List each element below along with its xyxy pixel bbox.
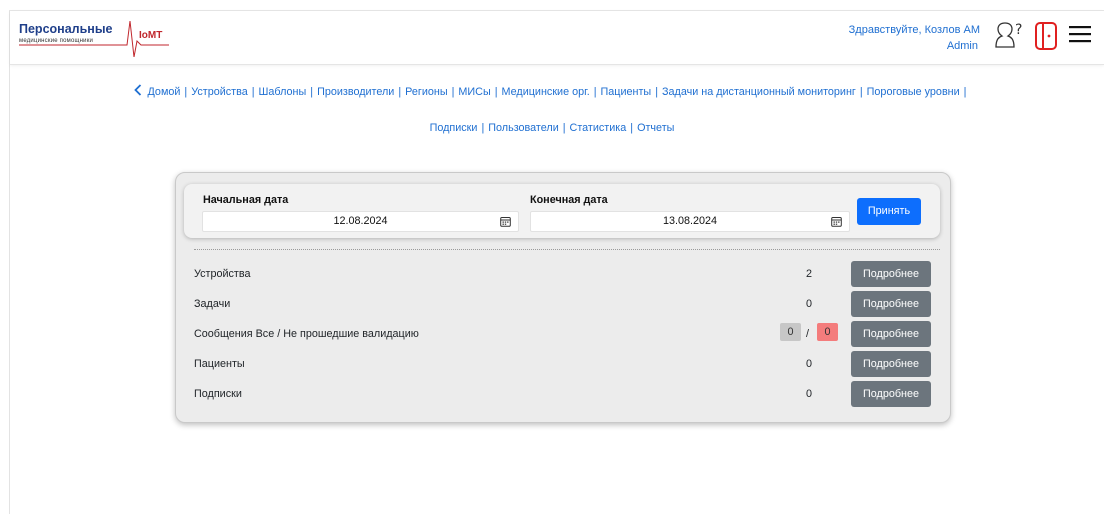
details-button[interactable]: Подробнее [851, 291, 931, 317]
date-filter-panel: Начальная дата 12.08.2024 Конечная дата … [184, 184, 940, 238]
main-nav-row-1: Домой | Устройства | Шаблоны | Производители | Р… [0, 84, 1104, 99]
end-date-input[interactable]: 13.08.2024 [530, 211, 850, 232]
statistics-card: Начальная дата 12.08.2024 Конечная дата … [175, 172, 951, 423]
divider [194, 249, 940, 250]
back-chevron-icon[interactable] [133, 84, 142, 99]
stat-count: 0 [805, 358, 812, 370]
exit-icon[interactable] [1034, 21, 1060, 55]
nav-regions[interactable]: Регионы [405, 86, 447, 98]
greeting-text: Здравствуйте, Козлов АМ [848, 24, 980, 36]
nav-medical-orgs[interactable]: Медицинские орг. [502, 86, 590, 98]
stat-row-patients: Пациенты 0 Подробнее [176, 349, 950, 377]
nav-patients[interactable]: Пациенты [601, 86, 652, 98]
details-button[interactable]: Подробнее [851, 321, 931, 347]
messages-separator: / [806, 328, 809, 340]
nav-statistics[interactable]: Статистика [570, 122, 627, 134]
nav-home[interactable]: Домой [148, 86, 181, 98]
nav-templates[interactable]: Шаблоны [259, 86, 307, 98]
main-nav-row-2: Подписки | Пользователи | Статистика | Отчеты [429, 122, 675, 134]
logo-subtitle: медицинские помощники [19, 38, 94, 44]
start-date-value: 12.08.2024 [333, 215, 388, 227]
calendar-icon[interactable] [831, 216, 842, 230]
start-date-input[interactable]: 12.08.2024 [202, 211, 519, 232]
details-button[interactable]: Подробнее [851, 381, 931, 407]
logo-brand: IoMT [139, 30, 163, 41]
svg-text:?: ? [1015, 22, 1022, 38]
stat-label: Подписки [194, 388, 242, 400]
nav-thresholds[interactable]: Пороговые уровни [867, 86, 960, 98]
hamburger-menu-icon[interactable] [1069, 25, 1091, 47]
help-icon[interactable]: ? [992, 21, 1028, 55]
details-button[interactable]: Подробнее [851, 261, 931, 287]
start-date-label: Начальная дата [203, 194, 289, 206]
stat-row-tasks: Задачи 0 Подробнее [176, 289, 950, 317]
nav-users[interactable]: Пользователи [488, 122, 558, 134]
stat-label: Сообщения Все / Не прошедшие валидацию [194, 328, 419, 340]
messages-invalid-badge: 0 [817, 323, 838, 341]
calendar-icon[interactable] [500, 216, 511, 230]
user-role: Admin [946, 40, 978, 52]
stat-label: Задачи [194, 298, 231, 310]
stat-row-devices: Устройства 2 Подробнее [176, 259, 950, 287]
logo-title: Персональные [19, 22, 113, 36]
nav-devices[interactable]: Устройства [191, 86, 247, 98]
stat-row-messages: Сообщения Все / Не прошедшие валидацию 0… [176, 319, 950, 347]
stat-count: 0 [805, 298, 812, 310]
nav-manufacturers[interactable]: Производители [317, 86, 394, 98]
messages-all-badge: 0 [780, 323, 801, 341]
stat-row-subscriptions: Подписки 0 Подробнее [176, 379, 950, 407]
stat-label: Пациенты [194, 358, 245, 370]
app-logo[interactable]: Персональные медицинские помощники IoMT [19, 17, 169, 57]
nav-subscriptions[interactable]: Подписки [430, 122, 478, 134]
stat-count: 2 [805, 268, 812, 280]
details-button[interactable]: Подробнее [851, 351, 931, 377]
end-date-value: 13.08.2024 [662, 215, 718, 227]
stat-count: 0 [805, 388, 812, 400]
nav-mis[interactable]: МИСы [458, 86, 490, 98]
apply-button[interactable]: Принять [857, 198, 921, 225]
nav-reports[interactable]: Отчеты [637, 122, 674, 134]
user-greeting: Здравствуйте, Козлов АМ Admin [849, 23, 980, 53]
stat-label: Устройства [194, 268, 251, 280]
end-date-label: Конечная дата [530, 194, 608, 206]
nav-monitoring-tasks[interactable]: Задачи на дистанционный мониторинг [662, 86, 856, 98]
